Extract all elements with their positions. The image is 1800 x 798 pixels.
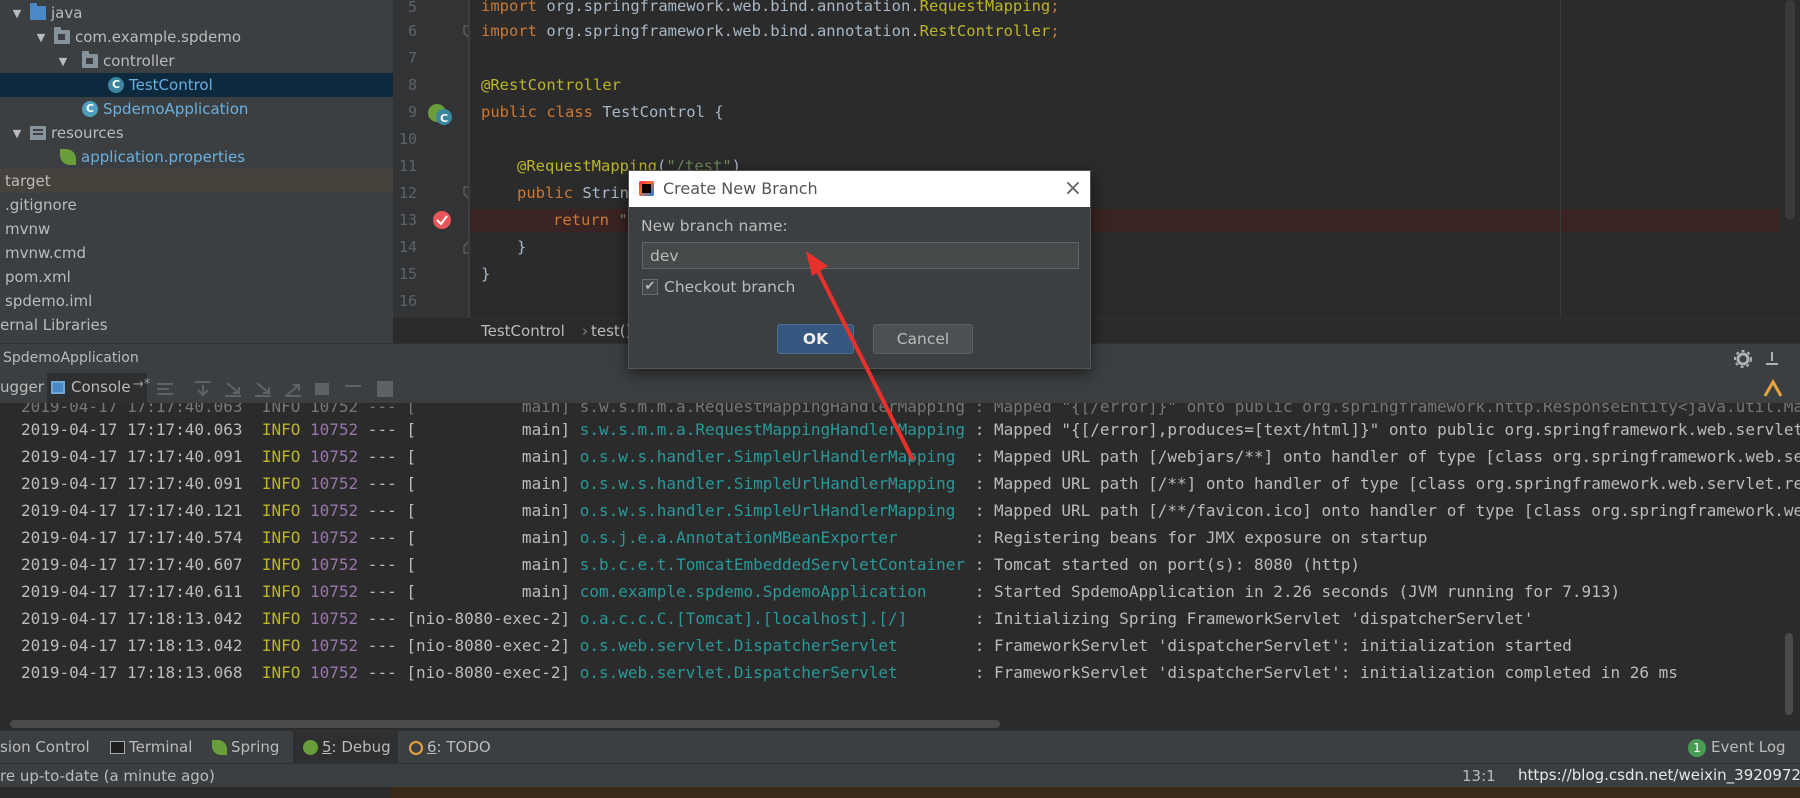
annotation-arrow <box>806 251 915 461</box>
